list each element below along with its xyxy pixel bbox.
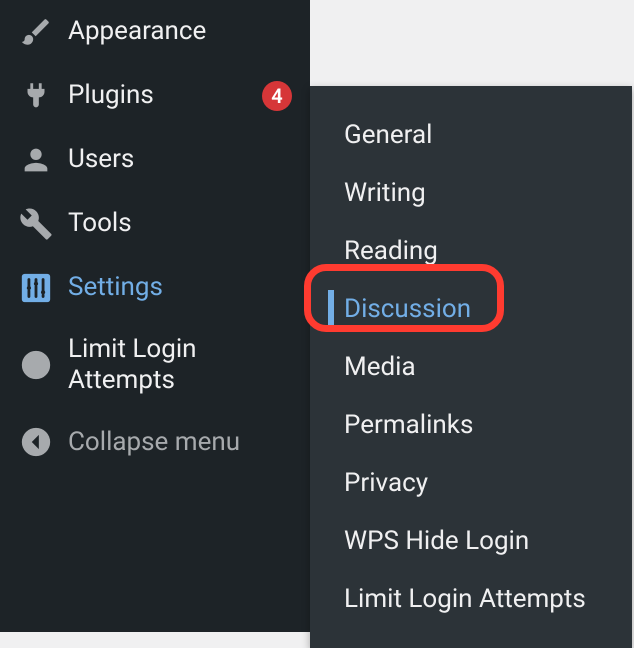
plugins-update-badge: 4 [262,81,292,111]
sidebar-item-limit-login[interactable]: Limit Login Attempts [0,320,310,410]
settings-submenu: General Writing Reading Discussion Media… [310,86,632,648]
plug-icon [18,78,54,114]
sidebar-item-label: Plugins [68,80,252,111]
user-icon [18,142,54,178]
sidebar-item-label: Users [68,144,292,175]
sidebar-item-appearance[interactable]: Appearance [0,0,310,64]
submenu-item-discussion[interactable]: Discussion [310,280,632,338]
sidebar-item-users[interactable]: Users [0,128,310,192]
sidebar-collapse[interactable]: Collapse menu [0,410,310,474]
sidebar-item-settings[interactable]: Settings [0,256,310,320]
brush-icon [18,14,54,50]
submenu-item-general[interactable]: General [310,106,632,164]
sidebar-item-label: Tools [68,208,292,239]
sidebar-item-plugins[interactable]: Plugins 4 [0,64,310,128]
wrench-icon [18,206,54,242]
sidebar-item-label: Collapse menu [68,427,292,458]
submenu-item-wps-hide-login[interactable]: WPS Hide Login [310,512,632,570]
sidebar-item-tools[interactable]: Tools [0,192,310,256]
submenu-item-writing[interactable]: Writing [310,164,632,222]
admin-sidebar: Appearance Plugins 4 Users Tools Setting… [0,0,310,632]
collapse-icon [18,424,54,460]
sidebar-item-label: Settings [68,272,292,303]
target-icon [18,347,54,383]
submenu-item-limit-login[interactable]: Limit Login Attempts [310,570,632,628]
submenu-item-privacy[interactable]: Privacy [310,454,632,512]
submenu-item-media[interactable]: Media [310,338,632,396]
sidebar-item-label: Appearance [68,16,292,47]
submenu-item-permalinks[interactable]: Permalinks [310,396,632,454]
sidebar-item-label: Limit Login Attempts [68,334,292,396]
submenu-item-reading[interactable]: Reading [310,222,632,280]
sliders-icon [18,270,54,306]
